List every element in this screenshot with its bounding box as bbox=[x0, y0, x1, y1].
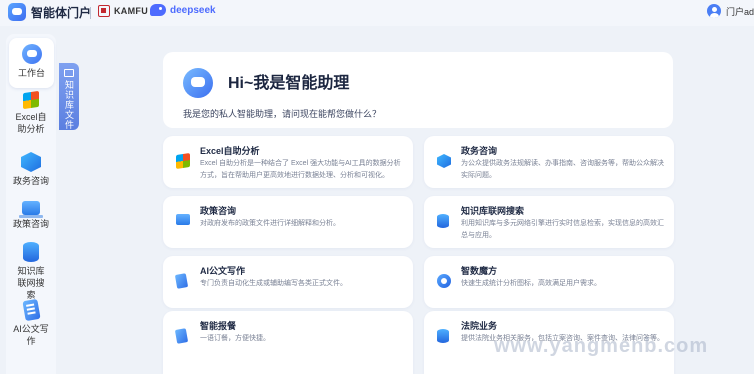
welcome-subtitle: 我是您的私人智能助理，请问现在能帮您做什么？ bbox=[183, 109, 382, 119]
deepseek-label: deepseek bbox=[170, 4, 216, 16]
chat-logo-icon bbox=[8, 3, 26, 21]
card-description: 对政府发布的政策文件进行详细解释和分析。 bbox=[200, 220, 340, 227]
app-title: 智能体门户 bbox=[31, 5, 92, 20]
assistant-icon bbox=[183, 68, 213, 98]
knowledge-file-label: 知识库文件 bbox=[64, 80, 74, 130]
header-divider bbox=[90, 7, 91, 19]
kamfu-icon bbox=[98, 5, 110, 17]
database-icon bbox=[23, 242, 39, 262]
sidebar-item-label: 工作台 bbox=[17, 68, 45, 78]
card-title: AI公文写作 bbox=[200, 266, 246, 276]
deepseek-logo: deepseek bbox=[150, 4, 216, 16]
card-smart-meal[interactable]: 智能报餐 一语订餐，方便快捷。 bbox=[163, 311, 413, 374]
card-description: Excel 自助分析是一种结合了 Excel 强大功能与AI工具的数据分析方式，… bbox=[200, 160, 401, 179]
card-description: 一语订餐，方便快捷。 bbox=[200, 335, 270, 342]
sidebar-item-label: 政务咨询 bbox=[12, 176, 49, 186]
user-menu[interactable]: 门户admin bbox=[707, 4, 754, 18]
sidebar-item-label: Excel自助分析 bbox=[15, 112, 47, 134]
card-policy-consult[interactable]: 政策咨询 对政府发布的政策文件进行详细解释和分析。 bbox=[163, 196, 413, 248]
card-title: 政务咨询 bbox=[461, 146, 498, 156]
court-icon bbox=[437, 329, 449, 343]
knowledge-file-tab[interactable]: 知识库文件 bbox=[59, 63, 79, 130]
welcome-panel: Hi~我是智能助理 我是您的私人智能助理，请问现在能帮您做什么？ bbox=[163, 52, 673, 128]
card-title: 知识库联网搜索 bbox=[461, 206, 525, 216]
card-title: Excel自助分析 bbox=[200, 146, 260, 156]
sidebar: 工作台 Excel自助分析 政务咨询 政策咨询 知识库联网搜索 AI公文写作 bbox=[6, 34, 56, 374]
laptop-icon bbox=[176, 214, 190, 225]
excel-icon bbox=[23, 90, 39, 110]
document-icon bbox=[21, 298, 41, 322]
document-icon bbox=[174, 273, 189, 289]
laptop-icon bbox=[19, 201, 43, 218]
kamfu-label: KAMFU bbox=[114, 6, 148, 16]
phone-icon bbox=[174, 328, 189, 344]
sidebar-item-label: AI公文写作 bbox=[13, 324, 49, 346]
card-gov-consult[interactable]: 政务咨询 为公众提供政务法规解读、办事指南、咨询服务等，帮助公众解决实际问题。 bbox=[424, 136, 674, 188]
card-excel-analysis[interactable]: Excel自助分析 Excel 自助分析是一种结合了 Excel 强大功能与AI… bbox=[163, 136, 413, 188]
sidebar-item-ai-writing[interactable]: AI公文写作 bbox=[6, 298, 56, 347]
kamfu-logo: KAMFU bbox=[98, 5, 148, 17]
card-title: 政策咨询 bbox=[200, 206, 237, 216]
card-description: 快速生成统计分析图标，高效满足用户需求。 bbox=[461, 280, 601, 287]
magic-cube-icon bbox=[437, 274, 451, 288]
sidebar-item-label: 知识库联网搜索 bbox=[17, 266, 45, 300]
card-title: 智能报餐 bbox=[200, 321, 237, 331]
whale-icon bbox=[150, 4, 166, 16]
brand[interactable]: 智能体门户 bbox=[8, 3, 91, 21]
folder-icon bbox=[64, 69, 74, 77]
sidebar-item-gov-consult[interactable]: 政务咨询 bbox=[6, 152, 56, 187]
card-description: 专门负责自动化生成或辅助编写各类正式文件。 bbox=[200, 280, 347, 287]
card-description: 利用知识库与多元网络引擎进行实时信息检索，实现信息的高效汇总与应用。 bbox=[461, 220, 664, 239]
watermark: www.yangmenb.com bbox=[494, 335, 709, 357]
sidebar-item-workbench[interactable]: 工作台 bbox=[9, 38, 54, 88]
welcome-title: Hi~我是智能助理 bbox=[228, 75, 350, 92]
avatar-icon bbox=[707, 4, 721, 18]
excel-icon bbox=[176, 153, 190, 169]
sidebar-item-excel[interactable]: Excel自助分析 bbox=[6, 90, 56, 135]
card-ai-writing[interactable]: AI公文写作 专门负责自动化生成或辅助编写各类正式文件。 bbox=[163, 256, 413, 308]
sidebar-item-kb-search[interactable]: 知识库联网搜索 bbox=[6, 242, 56, 301]
card-title: 智数魔方 bbox=[461, 266, 498, 276]
chat-icon bbox=[21, 44, 42, 64]
cube-icon bbox=[437, 154, 451, 168]
card-kb-search[interactable]: 知识库联网搜索 利用知识库与多元网络引擎进行实时信息检索，实现信息的高效汇总与应… bbox=[424, 196, 674, 248]
cube-icon bbox=[21, 152, 41, 172]
user-name: 门户admin bbox=[726, 6, 754, 17]
card-description: 为公众提供政务法规解读、办事指南、咨询服务等，帮助公众解决实际问题。 bbox=[461, 160, 664, 179]
sidebar-item-label: 政策咨询 bbox=[12, 219, 49, 229]
database-icon bbox=[437, 214, 449, 228]
sidebar-item-policy-consult[interactable]: 政策咨询 bbox=[6, 198, 56, 230]
card-smart-cube[interactable]: 智数魔方 快速生成统计分析图标，高效满足用户需求。 bbox=[424, 256, 674, 308]
top-header: 智能体门户 KAMFU deepseek 门户admin bbox=[0, 0, 754, 26]
card-title: 法院业务 bbox=[461, 321, 498, 331]
